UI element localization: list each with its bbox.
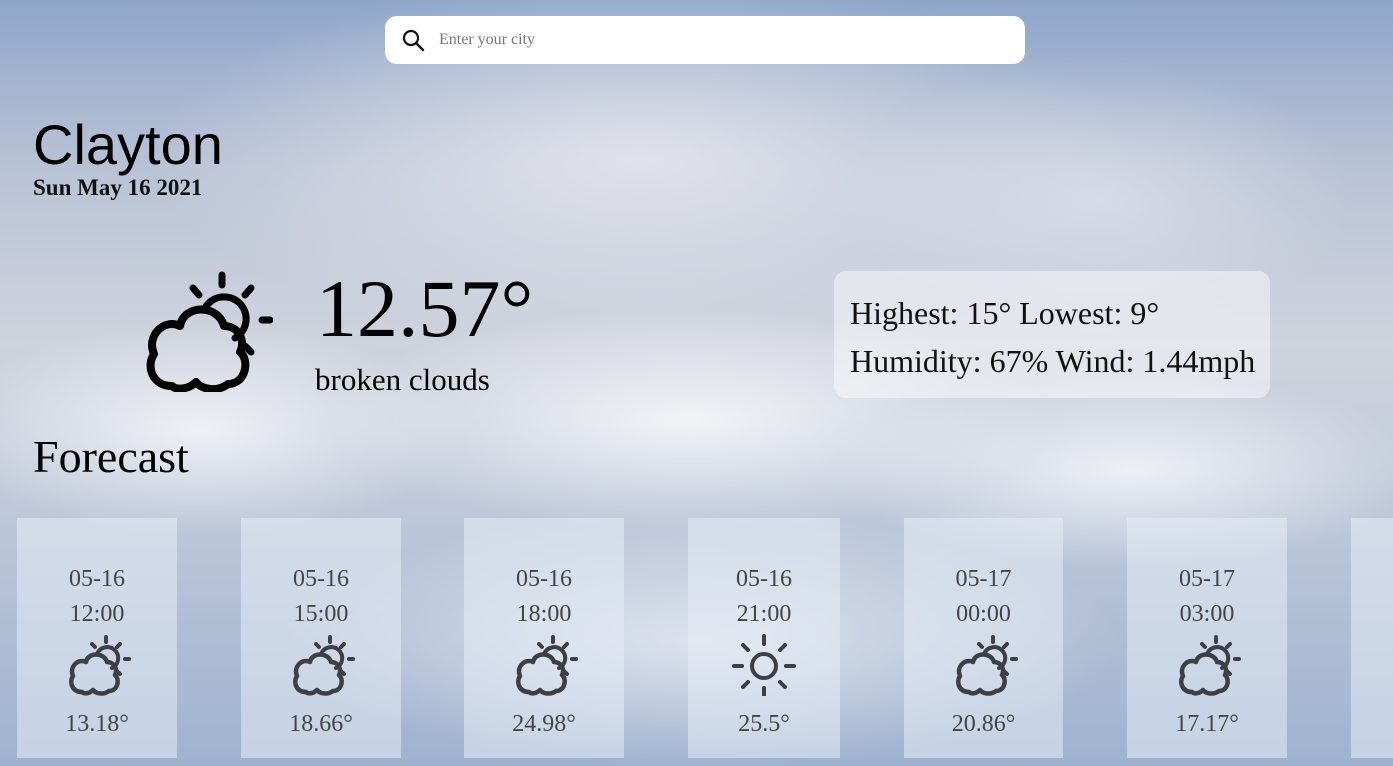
forecast-card: 05-17 00:00 20.86° [904,518,1063,758]
forecast-temp: 24.98° [512,711,576,737]
highest-value: 15° [966,295,1012,331]
wind-label: Wind: [1055,343,1135,379]
stats-row-conditions: Humidity: 67% Wind: 1.44mph [850,337,1270,385]
forecast-date: 05-16 [516,566,572,592]
forecast-card: 05-17 03:00 17.17° [1127,518,1287,758]
sun-icon [732,634,796,696]
partly-cloudy-icon [69,635,131,696]
forecast-temp: 18.66° [289,711,353,737]
forecast-time: 21:00 [736,601,792,627]
partly-cloudy-icon [293,635,355,696]
forecast-time: 12:00 [69,601,125,627]
search-icon[interactable] [401,28,425,52]
forecast-temp: 20.86° [951,711,1016,737]
forecast-temp: 17.17° [1175,711,1239,737]
forecast-card: 05-16 21:00 25.5° [688,518,840,758]
highest-label: Highest: [850,295,959,331]
partly-cloudy-icon [516,635,578,696]
forecast-time: 15:00 [293,601,349,627]
humidity-label: Humidity: [850,343,982,379]
forecast-date: 05-16 [736,566,792,592]
forecast-temp: 25.5° [738,711,790,737]
wind-value: 1.44mph [1142,343,1256,379]
forecast-card: 05-16 15:00 18.66° [241,518,401,758]
current-date: Sun May 16 2021 [33,175,203,200]
forecast-title: Forecast [33,431,189,482]
current-temperature: 12.57° [316,263,534,354]
city-name: Clayton [33,113,223,176]
forecast-time: 18:00 [516,601,572,627]
weather-description: broken clouds [315,362,490,397]
search-bar[interactable] [385,16,1025,64]
search-input[interactable] [437,30,1001,50]
partly-cloudy-icon [146,271,273,392]
stats-row-temps: Highest: 15° Lowest: 9° [850,289,1270,337]
lowest-label: Lowest: [1019,295,1123,331]
humidity-value: 67% [989,343,1049,379]
forecast-card-partial [1351,518,1393,758]
lowest-value: 9° [1130,295,1160,331]
forecast-time: 03:00 [1179,601,1235,627]
weather-stats-panel: Highest: 15° Lowest: 9° Humidity: 67% Wi… [834,271,1270,398]
forecast-date: 05-17 [955,566,1012,592]
forecast-card: 05-16 12:00 13.18° [17,518,177,758]
forecast-date: 05-16 [69,566,125,592]
forecast-card: 05-16 18:00 24.98° [464,518,624,758]
forecast-temp: 13.18° [65,711,129,737]
partly-cloudy-icon [1179,635,1241,696]
forecast-date: 05-16 [293,566,349,592]
partly-cloudy-icon [956,635,1018,696]
forecast-date: 05-17 [1179,566,1235,592]
forecast-time: 00:00 [956,601,1011,627]
